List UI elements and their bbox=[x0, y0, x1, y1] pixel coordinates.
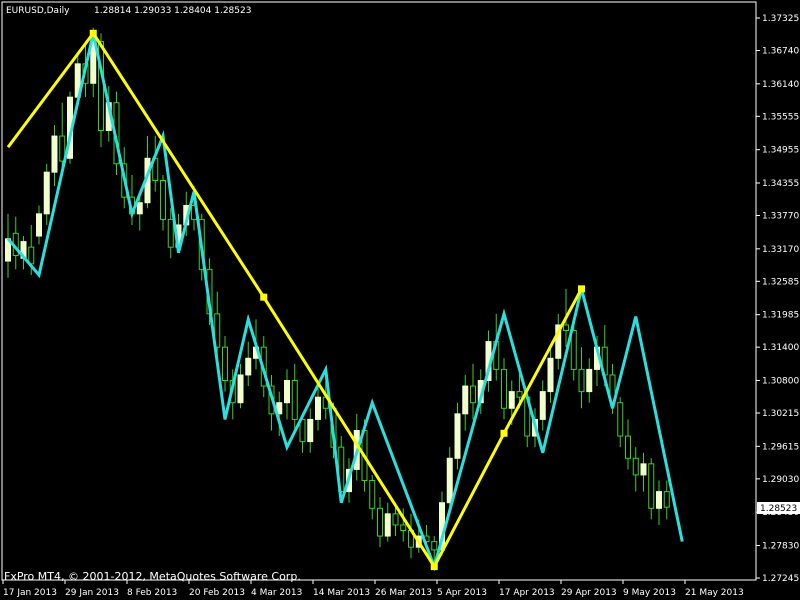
candle-body bbox=[454, 413, 461, 459]
y-tick-label: 1.30800 bbox=[762, 377, 799, 387]
candle-body bbox=[51, 135, 58, 173]
x-tick-label: 14 Mar 2013 bbox=[313, 588, 370, 598]
last-price-tag: 1.28523 bbox=[757, 502, 800, 514]
candle-body bbox=[570, 330, 577, 370]
x-tick-label: 4 Mar 2013 bbox=[251, 588, 302, 598]
y-tick-label: 1.33770 bbox=[762, 212, 799, 222]
candle-body bbox=[160, 180, 166, 220]
x-tick-label: 17 Apr 2013 bbox=[499, 588, 555, 598]
zigzag-marker bbox=[430, 563, 438, 571]
candle-body bbox=[284, 380, 290, 404]
y-tick-label: 1.31400 bbox=[762, 343, 799, 353]
candle-body bbox=[516, 391, 523, 398]
candle-body bbox=[245, 357, 252, 376]
zigzag-marker bbox=[578, 285, 585, 293]
candle-body bbox=[237, 374, 244, 404]
y-tick-label: 1.36140 bbox=[762, 80, 799, 90]
candle-body bbox=[369, 480, 376, 509]
candle-body bbox=[640, 463, 647, 476]
y-tick-label: 1.35555 bbox=[762, 112, 799, 122]
candle-body bbox=[625, 435, 631, 459]
candle-body bbox=[384, 513, 391, 537]
y-tick-label: 1.27830 bbox=[762, 542, 799, 552]
candle-body bbox=[446, 457, 453, 504]
y-tick-label: 1.33170 bbox=[762, 245, 799, 255]
x-tick-label: 8 Feb 2013 bbox=[127, 588, 177, 598]
x-tick-label: 21 May 2013 bbox=[685, 588, 744, 598]
candle-body bbox=[632, 457, 639, 476]
y-tick-label: 1.36740 bbox=[762, 47, 799, 57]
candle-body bbox=[43, 171, 50, 215]
x-tick-label: 20 Feb 2013 bbox=[189, 588, 245, 598]
last-price-label: 1.28523 bbox=[760, 504, 797, 514]
x-tick-label: 29 Apr 2013 bbox=[561, 588, 617, 598]
candle-body bbox=[547, 357, 554, 393]
candle-body bbox=[291, 380, 298, 420]
candle-body bbox=[315, 396, 321, 420]
x-tick-label: 29 Jan 2013 bbox=[65, 588, 119, 598]
candle-body bbox=[501, 368, 507, 409]
y-tick-label: 1.31985 bbox=[762, 311, 799, 321]
candle-body bbox=[462, 385, 469, 415]
candle-body bbox=[400, 524, 407, 532]
candle-body bbox=[563, 324, 569, 332]
candle-body bbox=[470, 385, 476, 404]
ohlc-label: 1.28814 1.29033 1.28404 1.28523 bbox=[94, 6, 251, 16]
copyright-text: FxPro MT4, © 2001-2012, MetaQuotes Softw… bbox=[4, 570, 301, 583]
candle-body bbox=[392, 513, 399, 526]
candle-body bbox=[36, 213, 42, 237]
candle-body bbox=[508, 391, 515, 409]
zigzag-marker bbox=[500, 429, 508, 437]
x-tick-label: 17 Jan 2013 bbox=[3, 588, 57, 598]
symbol-label: EURUSD,Daily bbox=[6, 6, 70, 16]
zigzag-marker bbox=[89, 29, 97, 37]
candle-body bbox=[136, 202, 143, 215]
x-tick-label: 26 Mar 2013 bbox=[375, 588, 432, 598]
x-tick-label: 9 May 2013 bbox=[623, 588, 676, 598]
y-tick-label: 1.34355 bbox=[762, 179, 799, 189]
y-tick-label: 1.30215 bbox=[762, 409, 799, 419]
y-tick-label: 1.37325 bbox=[762, 14, 799, 24]
plot-area bbox=[1, 1, 757, 581]
candle-body bbox=[656, 491, 662, 509]
zigzag-marker bbox=[260, 293, 268, 301]
candle-body bbox=[28, 246, 35, 265]
y-tick-label: 1.32585 bbox=[762, 277, 799, 287]
price-chart[interactable]: 1.37325 1.36740 1.36140 1.35555 1.34955 1.343… bbox=[0, 0, 800, 600]
candle-body bbox=[663, 491, 670, 508]
candle-body bbox=[648, 463, 655, 509]
y-tick-label: 1.29615 bbox=[762, 442, 799, 452]
candle-body bbox=[222, 346, 228, 381]
candle-body bbox=[617, 402, 624, 437]
candle-body bbox=[539, 391, 546, 420]
candle-body bbox=[586, 368, 593, 393]
y-tick-label: 1.27245 bbox=[762, 574, 799, 584]
x-tick-label: 5 Apr 2013 bbox=[437, 588, 487, 598]
candle-body bbox=[167, 218, 174, 248]
candle-body bbox=[377, 507, 383, 537]
candle-body bbox=[578, 368, 585, 393]
candle-body bbox=[307, 418, 314, 443]
y-tick-label: 1.34955 bbox=[762, 146, 799, 156]
y-tick-label: 1.29030 bbox=[762, 475, 799, 485]
candle-body bbox=[431, 541, 438, 551]
y-axis: 1.37325 1.36740 1.36140 1.35555 1.34955 1.343… bbox=[756, 14, 799, 584]
